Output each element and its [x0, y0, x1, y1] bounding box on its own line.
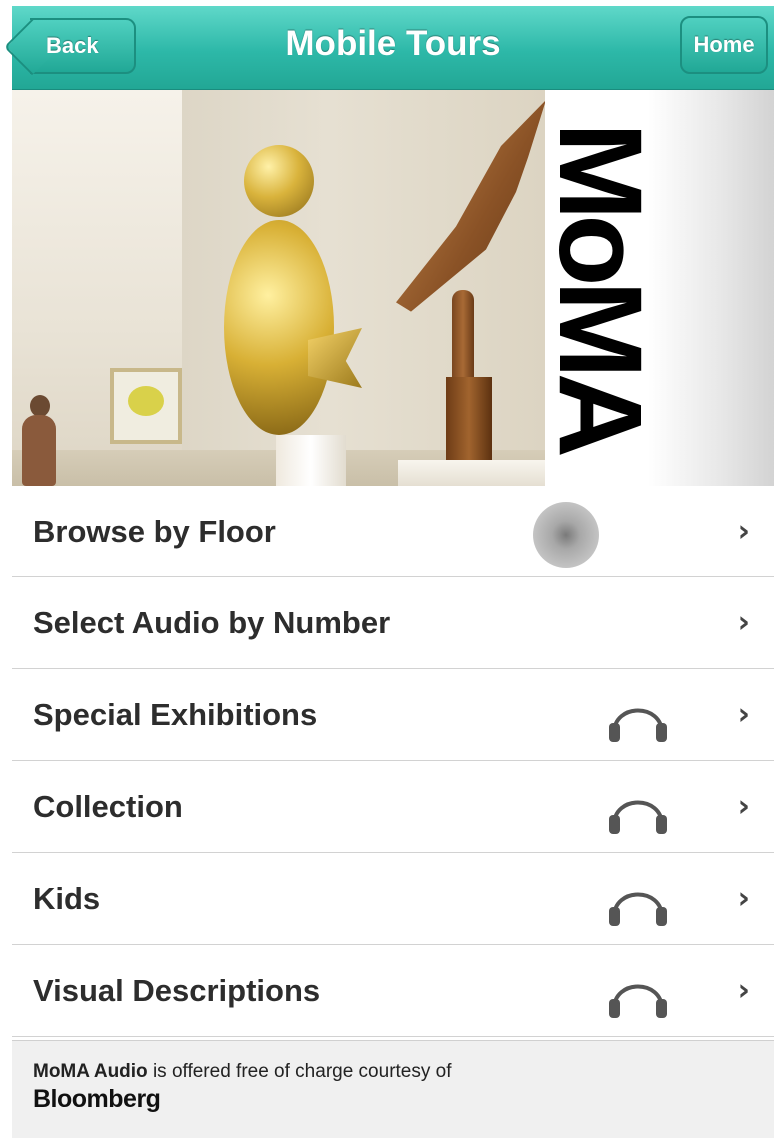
menu-item-label: Collection [33, 789, 183, 824]
pedestal [276, 435, 346, 486]
menu-item-label: Select Audio by Number [33, 605, 391, 640]
wooden-sculpture-stem [452, 290, 474, 390]
menu-item-kids[interactable]: Kids › [12, 853, 774, 945]
menu-item-browse-by-floor[interactable]: Browse by Floor › [12, 486, 774, 577]
sponsor-text-body: is offered free of charge courtesy of [147, 1061, 452, 1082]
menu-item-label: Browse by Floor [33, 514, 276, 549]
golden-sculpture-head [244, 145, 314, 217]
headphones-icon [609, 892, 667, 926]
menu-item-select-audio-by-number[interactable]: Select Audio by Number › [12, 577, 774, 669]
moma-logo: MoMA [534, 122, 666, 452]
headphones-icon [609, 800, 667, 834]
wooden-sculpture-base [446, 377, 492, 467]
sponsor-text-strong: MoMA Audio [33, 1061, 148, 1082]
painting [110, 368, 182, 444]
sponsor-logo: Bloomberg [33, 1085, 161, 1113]
museum-visitor [16, 395, 60, 486]
menu-item-label: Kids [33, 881, 101, 916]
menu-item-collection[interactable]: Collection › [12, 761, 774, 853]
page-title: Mobile Tours [285, 24, 501, 63]
menu-list: Browse by Floor › Select Audio by Number… [12, 486, 774, 1037]
chevron-right-icon: › [737, 697, 750, 732]
home-button[interactable]: Home [680, 16, 768, 74]
headphones-icon [609, 708, 667, 742]
menu-item-special-exhibitions[interactable]: Special Exhibitions › [12, 669, 774, 761]
sponsor-text: MoMA Audio is offered free of charge cou… [33, 1061, 774, 1083]
menu-item-visual-descriptions[interactable]: Visual Descriptions › [12, 945, 774, 1037]
chevron-right-icon: › [737, 789, 750, 824]
moma-logo-text: MoMA [534, 122, 666, 452]
headphones-icon [609, 984, 667, 1018]
pedestal [398, 460, 548, 486]
menu-item-label: Visual Descriptions [33, 973, 321, 1008]
menu-item-label: Special Exhibitions [33, 697, 318, 732]
nav-bar: Back Mobile Tours Home [12, 6, 774, 90]
chevron-right-icon: › [737, 514, 750, 549]
chevron-right-icon: › [737, 973, 750, 1008]
chevron-right-icon: › [737, 881, 750, 916]
golden-sculpture [224, 220, 334, 435]
touch-indicator [533, 502, 599, 568]
chevron-right-icon: › [737, 605, 750, 640]
hero-image: MoMA [12, 90, 774, 486]
sponsor-footer: MoMA Audio is offered free of charge cou… [12, 1040, 774, 1138]
